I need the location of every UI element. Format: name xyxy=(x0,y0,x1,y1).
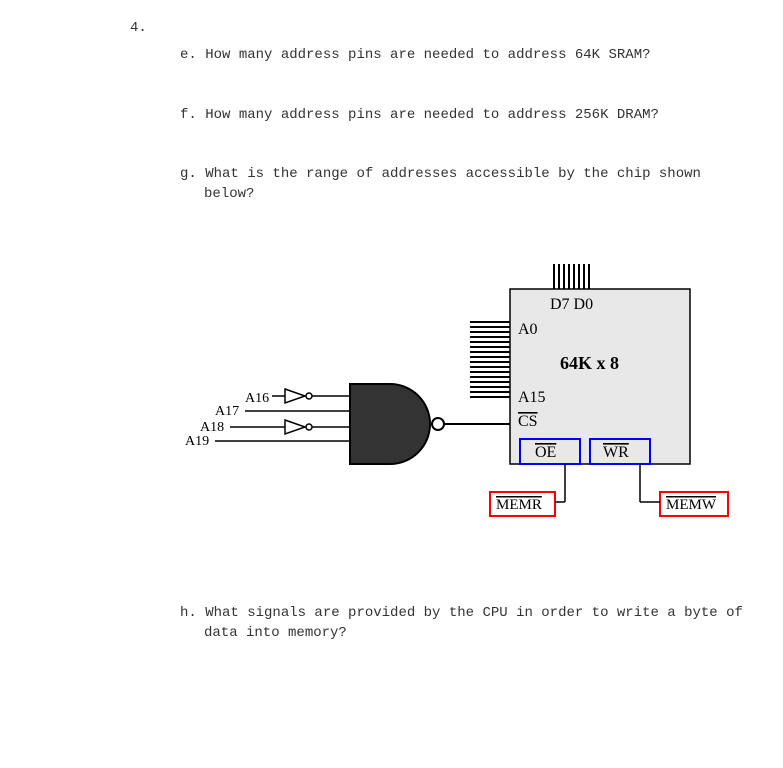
inverter-a18-icon xyxy=(285,420,312,434)
sub-question-h: h. What signals are provided by the CPU … xyxy=(180,604,743,643)
memr-label: MEMR xyxy=(496,497,542,513)
sub-letter: h. xyxy=(180,605,197,621)
sub-text: How many address pins are needed to addr… xyxy=(205,47,650,63)
data-pins-icon xyxy=(554,264,589,289)
address-bus-icon xyxy=(470,322,510,397)
chip-size-label: 64K x 8 xyxy=(560,353,619,373)
wr-label: WR xyxy=(603,444,629,461)
a19-label: A19 xyxy=(185,434,209,449)
sub-question-g: g. What is the range of addresses access… xyxy=(180,165,743,204)
sub-text: How many address pins are needed to addr… xyxy=(205,107,659,123)
cs-label: CS xyxy=(518,413,538,430)
nand-gate-icon xyxy=(350,384,444,464)
a18-label: A18 xyxy=(200,420,224,435)
addr-high-label: A15 xyxy=(518,389,546,406)
sub-text: What is the range of addresses accessibl… xyxy=(204,166,701,202)
data-pins-label: D7 D0 xyxy=(550,296,593,313)
memw-label: MEMW xyxy=(666,497,717,513)
sub-letter: e. xyxy=(180,47,197,63)
sub-question-e: e. How many address pins are needed to a… xyxy=(180,46,743,66)
addr-low-label: A0 xyxy=(518,321,538,338)
question-number: 4. xyxy=(130,20,743,36)
inverter-a16-icon xyxy=(285,389,312,403)
a17-label: A17 xyxy=(215,404,239,419)
sub-question-f: f. How many address pins are needed to a… xyxy=(180,106,743,126)
sub-letter: g. xyxy=(180,166,197,182)
sub-letter: f. xyxy=(180,107,197,123)
oe-label: OE xyxy=(535,444,556,461)
sub-text: What signals are provided by the CPU in … xyxy=(204,605,743,641)
circuit-diagram: D7 D0 A0 A15 64K x 8 CS OE WR xyxy=(140,244,743,564)
a16-label: A16 xyxy=(245,391,269,406)
